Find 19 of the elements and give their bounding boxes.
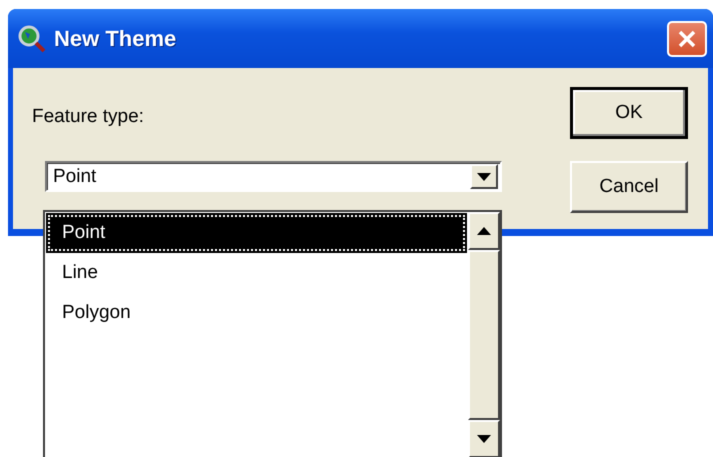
down-arrow-icon: [477, 435, 491, 443]
dropdown-arrow-button[interactable]: [470, 164, 498, 189]
globe-magnifier-icon: [18, 24, 46, 52]
scroll-thumb[interactable]: [468, 250, 500, 420]
window-title: New Theme: [54, 26, 178, 52]
dropdown-value: Point: [53, 166, 96, 188]
scroll-down-button[interactable]: [468, 420, 500, 457]
scroll-up-button[interactable]: [468, 212, 500, 250]
close-icon: [677, 28, 697, 48]
list-item[interactable]: Line: [46, 253, 467, 293]
list-item[interactable]: Polygon: [46, 293, 467, 333]
list-item[interactable]: Point: [46, 213, 467, 253]
feature-type-dropdown[interactable]: Point: [45, 161, 502, 192]
ok-button[interactable]: OK: [570, 87, 688, 139]
up-arrow-icon: [477, 227, 491, 235]
caret-icon: [477, 172, 491, 180]
cancel-button[interactable]: Cancel: [570, 161, 688, 213]
close-button[interactable]: [667, 20, 707, 56]
field-label: Feature type:: [32, 106, 145, 128]
